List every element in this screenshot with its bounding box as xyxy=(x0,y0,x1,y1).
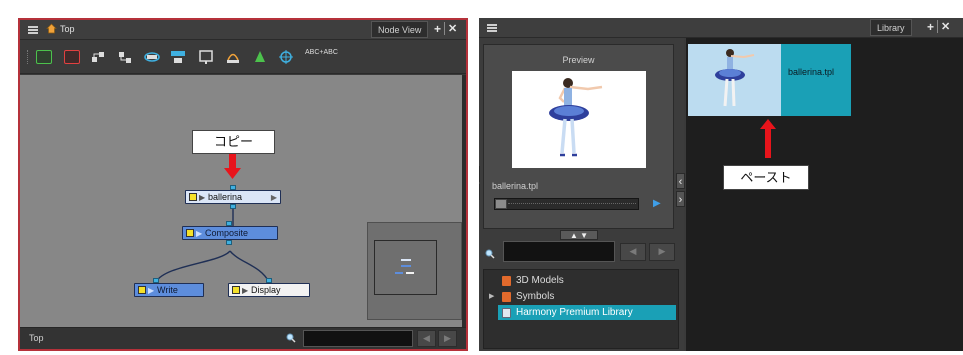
library-folder-icon xyxy=(502,276,511,286)
close-view-button[interactable]: ✕ xyxy=(448,21,457,37)
home-icon[interactable] xyxy=(46,23,57,34)
minimap-viewport[interactable] xyxy=(374,240,437,295)
display-node[interactable]: ▶ Display xyxy=(228,283,310,297)
ballerina-node[interactable]: ▶ ballerina ▶ xyxy=(185,190,281,204)
tree-item-symbols[interactable]: ▶ Symbols xyxy=(484,289,678,304)
group-node-icon[interactable] xyxy=(117,49,133,65)
panel-menu-icon[interactable] xyxy=(487,24,497,32)
node-view-canvas[interactable]: コピー ▶ ballerina ▶ ▶ Composite ▶ Write ▶ … xyxy=(20,75,462,327)
node-color-chip xyxy=(186,229,194,237)
next-result-button[interactable]: ▶ xyxy=(438,330,457,347)
expand-right-icon[interactable]: › xyxy=(479,184,480,200)
preview-image xyxy=(512,71,646,168)
search-icon[interactable] xyxy=(485,249,495,259)
output-arrow-icon: ▶ xyxy=(270,193,277,202)
drawing-layer-icon[interactable] xyxy=(64,50,80,64)
footer-breadcrumb: Top xyxy=(29,333,44,343)
splitter-updown-button[interactable]: ▲ ▼ xyxy=(560,230,598,240)
display-node-label: Display xyxy=(251,285,281,295)
node-search-input[interactable] xyxy=(303,330,413,347)
panel-menu-icon[interactable] xyxy=(28,26,38,34)
template-item-ballerina[interactable]: ballerina.tpl xyxy=(688,44,851,116)
breadcrumb[interactable]: Top xyxy=(60,24,75,34)
ballerina-figure xyxy=(549,78,603,157)
copy-callout: コピー xyxy=(192,130,275,154)
paste-arrow xyxy=(760,119,776,158)
ballerina-node-label: ballerina xyxy=(208,192,243,202)
header-divider xyxy=(937,20,938,33)
display-node-icon[interactable] xyxy=(198,49,214,65)
add-view-button[interactable]: + xyxy=(434,21,441,37)
slider-track xyxy=(508,203,636,205)
add-view-button[interactable]: + xyxy=(927,19,934,35)
write-node[interactable]: ▶ Write xyxy=(134,283,204,297)
next-result-button[interactable]: ▶ xyxy=(649,243,675,261)
preview-timeline-slider[interactable] xyxy=(494,198,639,210)
library-left-pane: Preview ballerina.tpl ▶ ‹ › ▲ ▼ ◀ ▶ 3D M… xyxy=(479,38,685,351)
toolbar-grip xyxy=(27,50,30,64)
expand-arrow-icon[interactable]: ▶ xyxy=(199,192,205,204)
ballerina-output-port[interactable] xyxy=(230,204,236,209)
node-color-chip xyxy=(138,286,146,294)
library-header: Library + ✕ xyxy=(479,18,963,38)
library-folder-icon xyxy=(502,292,511,302)
tab-node-view[interactable]: Node View xyxy=(371,21,429,38)
preview-filename: ballerina.tpl xyxy=(492,181,539,191)
tree-item-label: 3D Models xyxy=(516,275,564,286)
effect-node-icon[interactable] xyxy=(278,49,294,65)
expand-arrow-icon[interactable]: ▶ xyxy=(242,285,248,297)
network-node-icon[interactable] xyxy=(170,49,186,65)
node-color-chip xyxy=(189,193,197,201)
expand-arrow-icon[interactable]: ▶ xyxy=(196,228,202,240)
composite-node[interactable]: ▶ Composite xyxy=(182,226,278,240)
library-folder-tree: 3D Models ▶ Symbols Harmony Premium Libr… xyxy=(483,269,679,349)
add-node-icon[interactable] xyxy=(90,49,106,65)
cutter-node-icon[interactable] xyxy=(225,49,241,65)
template-name: ballerina.tpl xyxy=(788,67,835,77)
node-view-toolbar: ABC+ABC xyxy=(20,40,466,74)
preview-area: Preview ballerina.tpl ▶ xyxy=(483,44,674,229)
navigator-minimap[interactable] xyxy=(367,222,462,320)
library-panel: Library + ✕ Preview ballerina.tpl ▶ ‹ › … xyxy=(479,18,963,351)
search-icon[interactable] xyxy=(286,333,296,343)
node-view-header: Top Node View + ✕ xyxy=(20,20,466,40)
library-contents-pane[interactable]: ballerina.tpl ペースト xyxy=(686,38,963,351)
composite-node-label: Composite xyxy=(205,228,249,238)
library-search-input[interactable] xyxy=(503,241,615,262)
node-color-chip xyxy=(232,286,240,294)
slider-thumb[interactable] xyxy=(495,199,507,209)
previous-result-button[interactable]: ◀ xyxy=(417,330,436,347)
collapse-left-icon[interactable]: ‹ xyxy=(479,166,480,182)
write-node-label: Write xyxy=(157,285,178,295)
expand-arrow-icon[interactable]: ▶ xyxy=(489,289,494,304)
tree-item-3d-models[interactable]: 3D Models xyxy=(484,273,678,288)
tree-item-label: Symbols xyxy=(516,291,555,302)
tab-library[interactable]: Library xyxy=(870,19,912,36)
expand-right-icon[interactable]: › xyxy=(676,191,685,207)
deformation-node-icon[interactable] xyxy=(252,49,268,65)
node-view-footer: Top ◀ ▶ xyxy=(20,327,466,349)
header-divider xyxy=(444,22,445,35)
collapse-left-icon[interactable]: ‹ xyxy=(676,173,685,189)
close-view-button[interactable]: ✕ xyxy=(941,19,950,35)
node-view-panel: Top Node View + ✕ ABC+ABC コピー ▶ ballerin… xyxy=(18,18,468,351)
node-view-scrollbar[interactable] xyxy=(462,75,466,327)
ballerina-thumbnail-figure xyxy=(715,49,755,107)
text-node-icon[interactable]: ABC+ABC xyxy=(305,49,338,56)
composite-output-port[interactable] xyxy=(226,240,232,245)
play-icon[interactable]: ▶ xyxy=(653,198,661,209)
library-folder-icon xyxy=(502,308,511,318)
tree-item-harmony-premium-library[interactable]: Harmony Premium Library xyxy=(498,305,676,320)
peg-layer-icon[interactable] xyxy=(36,50,52,64)
preview-title: Preview xyxy=(562,55,595,65)
composite-node-icon[interactable] xyxy=(143,49,161,65)
paste-callout: ペースト xyxy=(723,165,809,190)
previous-result-button[interactable]: ◀ xyxy=(620,243,646,261)
template-thumbnail xyxy=(688,44,781,116)
tree-item-label: Harmony Premium Library xyxy=(516,307,633,318)
expand-arrow-icon[interactable]: ▶ xyxy=(148,285,154,297)
